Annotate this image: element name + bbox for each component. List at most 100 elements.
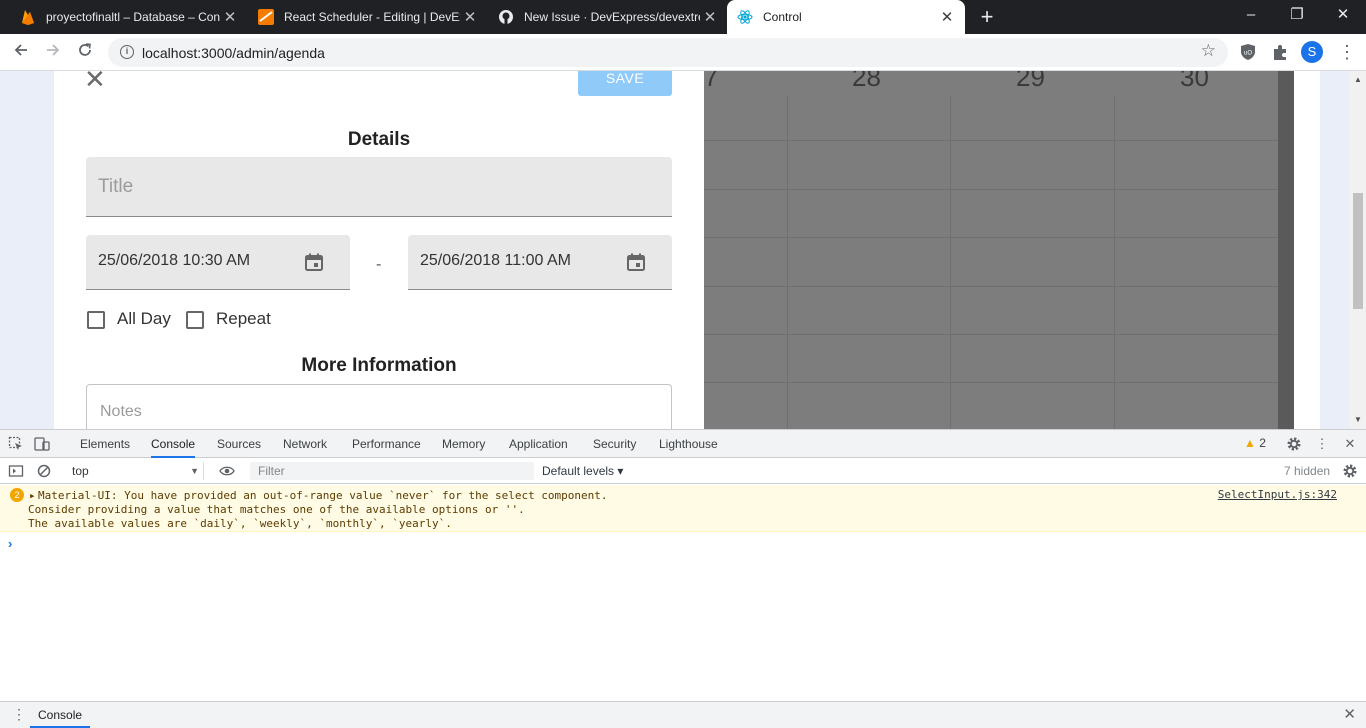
tab-devexpress[interactable]: React Scheduler - Editing | DevEx ✕ <box>238 0 488 34</box>
devtools-tab-security[interactable]: Security <box>593 430 636 458</box>
log-levels-dropdown[interactable]: Default levels ▾ <box>542 462 623 480</box>
repeat-label: Repeat <box>216 309 271 328</box>
dropdown-caret-icon: ▼ <box>190 466 199 476</box>
devexpress-icon <box>258 9 274 25</box>
minimize-button[interactable]: – <box>1228 0 1274 30</box>
appointment-form: ✕ SAVE Details Title 25/06/2018 10:30 AM… <box>54 71 704 429</box>
console-filter-input[interactable]: Filter <box>250 462 534 480</box>
close-tab-icon[interactable]: ✕ <box>937 8 957 26</box>
devtools-tab-elements[interactable]: Elements <box>80 430 130 458</box>
settings-gear-icon[interactable] <box>1286 436 1302 452</box>
extensions-puzzle-icon[interactable] <box>1271 43 1289 61</box>
tab-control[interactable]: Control ✕ <box>727 0 965 34</box>
devtools-menu-icon[interactable]: ⋮ <box>1314 436 1330 452</box>
forward-button[interactable] <box>40 40 66 66</box>
warning-count-badge[interactable]: ▲ 2 <box>1244 436 1266 450</box>
close-form-button[interactable]: ✕ <box>84 71 106 92</box>
inspect-element-icon[interactable] <box>8 436 24 452</box>
sidebar-toggle-icon[interactable] <box>8 463 24 479</box>
notes-textarea[interactable]: Notes <box>86 384 672 429</box>
arrow-left-icon <box>14 44 27 56</box>
devtools-tab-application[interactable]: Application <box>509 430 568 458</box>
console-toolbar: top ▼ Filter Default levels ▾ 7 hidden <box>0 458 1366 484</box>
scheduler-calendar-overlay: 7 28 29 30 <box>704 71 1294 429</box>
calendar-icon[interactable] <box>304 252 324 272</box>
grid-line <box>704 237 1278 238</box>
all-day-label: All Day <box>117 309 171 328</box>
devtools-tab-memory[interactable]: Memory <box>442 430 485 458</box>
address-bar[interactable]: i localhost:3000/admin/agenda ☆ <box>108 38 1228 67</box>
devtools-tab-sources[interactable]: Sources <box>217 430 261 458</box>
reload-button[interactable] <box>72 40 98 66</box>
reload-icon <box>79 43 91 56</box>
console-prompt[interactable]: › <box>8 536 12 551</box>
close-tab-icon[interactable]: ✕ <box>700 8 720 26</box>
scroll-up-icon[interactable]: ▲ <box>1354 75 1362 84</box>
save-button[interactable]: SAVE <box>578 71 672 96</box>
scroll-down-icon[interactable]: ▼ <box>1354 415 1362 424</box>
eye-icon[interactable] <box>219 463 235 479</box>
grid-line <box>950 95 951 429</box>
back-button[interactable] <box>8 40 34 66</box>
warning-triangle-icon: ▲ <box>1244 436 1256 450</box>
url-text[interactable]: localhost:3000/admin/agenda <box>142 45 325 61</box>
context-selector[interactable]: top ▼ <box>64 462 204 480</box>
window-close-button[interactable]: ✕ <box>1320 0 1366 30</box>
expand-triangle-icon[interactable]: ▸ <box>29 489 36 502</box>
close-tab-icon[interactable]: ✕ <box>220 8 240 26</box>
console-settings-gear-icon[interactable] <box>1342 463 1358 479</box>
bookmark-star-icon[interactable]: ☆ <box>1201 41 1216 61</box>
devtools-tabbar: Elements Console Sources Network Perform… <box>0 429 1366 458</box>
calendar-scrollbar <box>1278 71 1294 429</box>
warning-line-3: The available values are `daily`, `weekl… <box>28 517 452 530</box>
grid-line <box>787 95 788 429</box>
tab-title: proyectofinaltl – Database – Con <box>46 10 220 24</box>
tab-title: Control <box>763 10 802 24</box>
clear-console-icon[interactable] <box>36 463 52 479</box>
source-link[interactable]: SelectInput.js:342 <box>1218 488 1337 501</box>
firebase-icon <box>20 9 36 25</box>
devtools-tab-network[interactable]: Network <box>283 430 327 458</box>
day-number: 30 <box>1180 71 1209 92</box>
browser-menu-icon[interactable]: ⋮ <box>1338 42 1356 62</box>
scrollbar-thumb[interactable] <box>1353 193 1363 309</box>
tab-firebase[interactable]: proyectofinaltl – Database – Con ✕ <box>0 0 248 34</box>
devtools-tab-console[interactable]: Console <box>151 430 196 458</box>
drawer-tab-console[interactable]: Console <box>30 702 91 728</box>
profile-avatar[interactable]: S <box>1301 41 1323 63</box>
all-day-checkbox[interactable] <box>87 311 105 329</box>
tab-github[interactable]: New Issue · DevExpress/devextre ✕ <box>478 0 728 34</box>
repeat-checkbox[interactable] <box>186 311 204 329</box>
grid-line <box>704 286 1278 287</box>
end-date-field[interactable]: 25/06/2018 11:00 AM <box>408 235 672 290</box>
devtools-tab-performance[interactable]: Performance <box>352 430 421 458</box>
page-scrollbar[interactable]: ▲ ▼ <box>1350 71 1366 429</box>
day-number: 29 <box>1016 71 1045 92</box>
repeat-count-badge: 2 <box>10 488 24 502</box>
dropdown-caret-icon: ▾ <box>617 464 624 478</box>
title-placeholder: Title <box>98 176 134 197</box>
start-date-field[interactable]: 25/06/2018 10:30 AM <box>86 235 350 290</box>
ublock-shield-icon[interactable]: uO <box>1239 43 1257 61</box>
device-toolbar-icon[interactable] <box>34 436 50 452</box>
calendar-icon[interactable] <box>626 252 646 272</box>
drawer-menu-icon[interactable]: ⋮ <box>12 706 26 723</box>
console-warning-message[interactable]: 2 ▸ Material-UI: You have provided an ou… <box>0 485 1366 532</box>
tab-title: New Issue · DevExpress/devextre <box>524 10 700 24</box>
restore-button[interactable]: ❐ <box>1274 0 1320 30</box>
grid-line <box>704 140 1278 141</box>
info-icon[interactable]: i <box>120 45 134 59</box>
arrow-right-icon <box>47 44 60 56</box>
more-information-heading: More Information <box>301 355 457 376</box>
close-tab-icon[interactable]: ✕ <box>460 8 480 26</box>
warning-count: 2 <box>1259 436 1266 450</box>
new-tab-button[interactable]: + <box>976 4 998 30</box>
browser-toolbar: i localhost:3000/admin/agenda ☆ uO <box>0 34 1366 71</box>
devtools-tab-lighthouse[interactable]: Lighthouse <box>659 430 718 458</box>
notes-placeholder: Notes <box>100 403 142 420</box>
grid-line <box>704 189 1278 190</box>
title-input[interactable]: Title <box>86 157 672 217</box>
close-drawer-icon[interactable]: ✕ <box>1343 705 1356 723</box>
warning-line-1: Material-UI: You have provided an out-of… <box>38 489 608 502</box>
close-devtools-icon[interactable]: ✕ <box>1342 436 1358 452</box>
